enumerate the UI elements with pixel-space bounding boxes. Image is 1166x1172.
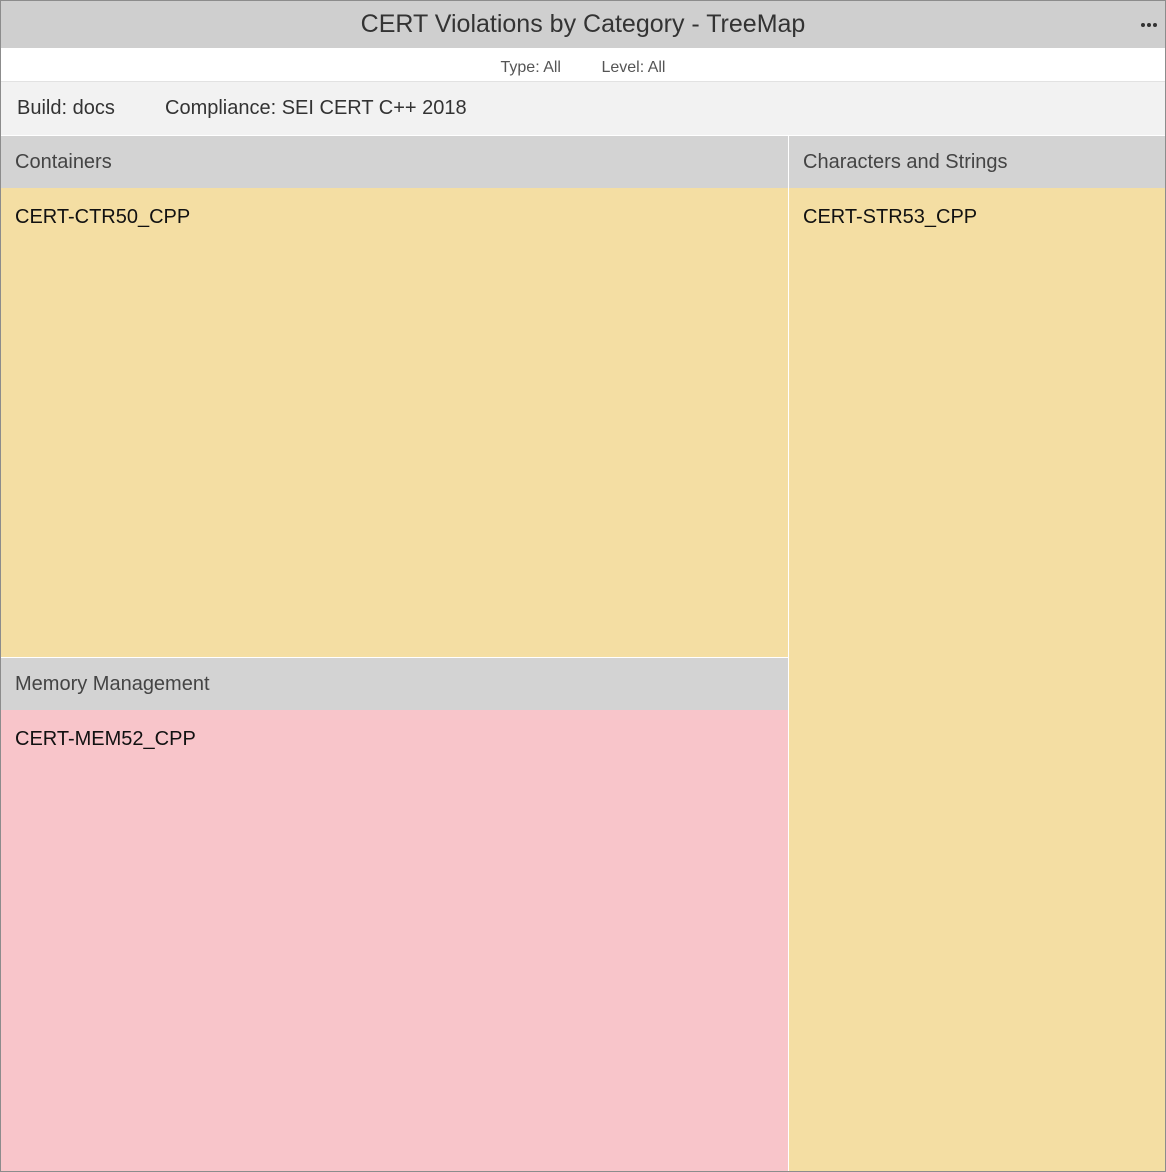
group-header-characters-and-strings: Characters and Strings [789,136,1165,188]
widget-titlebar: CERT Violations by Category - TreeMap [1,1,1165,48]
compliance-label: Compliance: SEI CERT C++ 2018 [165,97,467,119]
filter-bar: Type: All Level: All [1,48,1165,82]
treemap-cell-ctr50[interactable]: CERT-CTR50_CPP [1,188,788,657]
more-options-icon[interactable] [1141,18,1157,32]
group-header-memory-management: Memory Management [1,658,788,710]
treemap-cell-str53[interactable]: CERT-STR53_CPP [789,188,1165,1171]
context-bar: Build: docs Compliance: SEI CERT C++ 201… [1,82,1165,135]
treemap-cell-mem52[interactable]: CERT-MEM52_CPP [1,710,788,1171]
treemap-widget: CERT Violations by Category - TreeMap Ty… [0,0,1166,1172]
build-label: Build: docs [17,97,115,119]
group-header-containers: Containers [1,136,788,188]
widget-title: CERT Violations by Category - TreeMap [360,10,806,38]
